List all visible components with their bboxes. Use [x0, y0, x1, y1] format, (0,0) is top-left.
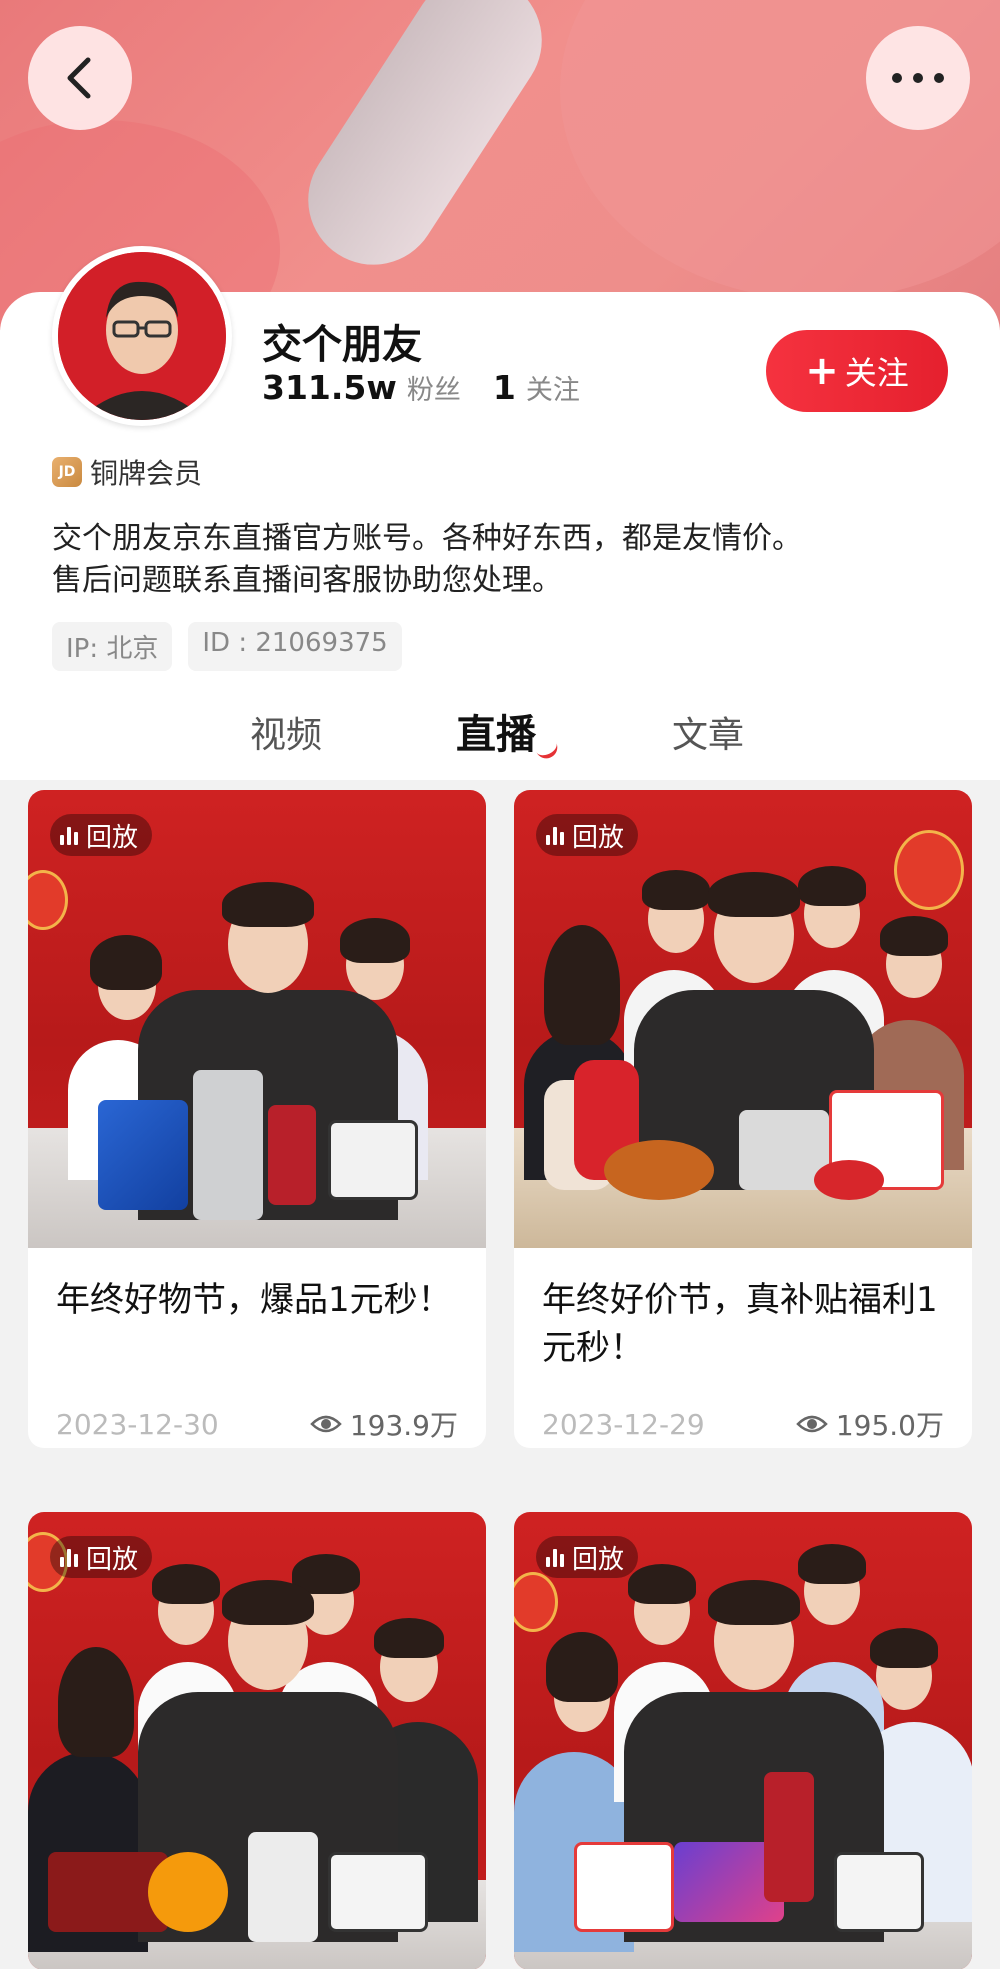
tab-video[interactable]: 视频	[250, 706, 322, 758]
eye-icon	[310, 1415, 342, 1433]
avatar[interactable]	[52, 246, 232, 426]
replay-badge-label: 回放	[572, 822, 625, 853]
card-meta: 2023-12-29 195.0万	[514, 1388, 972, 1448]
product-image	[764, 1772, 814, 1902]
person-figure	[544, 925, 620, 1045]
more-dots-icon	[892, 73, 944, 83]
card-views-count: 195.0万	[835, 1409, 944, 1442]
product-image	[98, 1100, 188, 1210]
card-date: 2023-12-29	[542, 1407, 705, 1441]
product-image	[148, 1852, 228, 1932]
card-thumbnail: 回放	[28, 1512, 486, 1969]
person-figure	[798, 866, 866, 906]
member-badge-label: 铜牌会员	[90, 457, 203, 490]
person-figure	[870, 1628, 938, 1668]
live-card[interactable]: 回放 年终好价节，真补贴福利1元秒！ 2023-12-29 195.0万	[514, 790, 972, 1448]
bars-icon	[60, 1547, 78, 1567]
follow-button[interactable]: + 关注	[766, 330, 948, 412]
live-card[interactable]: 回放	[28, 1512, 486, 1969]
person-figure	[628, 1564, 696, 1604]
member-badge[interactable]: JD 铜牌会员	[52, 452, 202, 492]
product-image	[574, 1842, 674, 1932]
product-image	[328, 1852, 428, 1932]
live-card[interactable]: 回放 年终好物节，爆品1元秒！ 2023-12-30 193.9万	[28, 790, 486, 1448]
replay-badge: 回放	[536, 814, 639, 856]
person-figure	[152, 1564, 220, 1604]
bars-icon	[546, 1547, 564, 1567]
person-figure	[708, 1580, 800, 1625]
following-label[interactable]: 关注	[526, 368, 580, 407]
card-thumbnail: 回放	[514, 1512, 972, 1969]
profile-name: 交个朋友	[262, 322, 422, 368]
product-image	[814, 1160, 884, 1200]
ip-tag: IP: 北京	[52, 622, 173, 671]
tab-live[interactable]: 直播	[456, 702, 536, 760]
card-views-count: 193.9万	[349, 1409, 458, 1442]
replay-badge-label: 回放	[572, 1544, 625, 1575]
card-title: 年终好价节，真补贴福利1元秒！	[542, 1280, 938, 1368]
product-image	[834, 1852, 924, 1932]
eye-icon	[796, 1415, 828, 1433]
person-figure	[374, 1618, 444, 1658]
replay-badge: 回放	[50, 1536, 153, 1578]
profile-bio: 交个朋友京东直播官方账号。各种好东西，都是友情价。 售后问题联系直播间客服协助您…	[52, 518, 952, 602]
more-button[interactable]	[866, 26, 970, 130]
card-thumbnail: 回放	[514, 790, 972, 1248]
person-figure	[222, 1580, 314, 1625]
lantern-decoration	[28, 870, 68, 930]
card-meta: 2023-12-30 193.9万	[28, 1388, 486, 1448]
card-title: 年终好物节，爆品1元秒！	[56, 1280, 452, 1320]
profile-tags: IP: 北京 ID : 21069375	[52, 622, 402, 671]
product-image	[604, 1140, 714, 1200]
replay-badge: 回放	[536, 1536, 639, 1578]
fans-label[interactable]: 粉丝	[407, 368, 461, 407]
product-image	[193, 1070, 263, 1220]
person-figure	[642, 870, 710, 910]
person-figure	[340, 918, 410, 963]
person-figure	[880, 916, 948, 956]
bars-icon	[546, 825, 564, 845]
bars-icon	[60, 825, 78, 845]
live-card[interactable]: 回放	[514, 1512, 972, 1969]
person-figure	[708, 872, 800, 917]
lantern-decoration	[894, 830, 964, 910]
card-thumbnail: 回放	[28, 790, 486, 1248]
person-figure	[90, 935, 162, 990]
content-tabs: 视频 直播 文章	[0, 700, 1000, 784]
tab-article[interactable]: 文章	[672, 706, 744, 758]
bio-line: 交个朋友京东直播官方账号。各种好东西，都是友情价。	[52, 521, 802, 556]
replay-badge-label: 回放	[86, 1544, 139, 1575]
person-figure	[58, 1647, 134, 1757]
product-image	[248, 1832, 318, 1942]
id-tag[interactable]: ID : 21069375	[188, 622, 402, 671]
person-figure	[798, 1544, 866, 1584]
person-figure	[546, 1632, 618, 1702]
following-count[interactable]: 1	[493, 368, 516, 407]
chevron-left-icon	[67, 57, 91, 99]
card-views: 193.9万	[310, 1404, 458, 1444]
card-date: 2023-12-30	[56, 1407, 219, 1441]
avatar-image	[58, 252, 226, 420]
banner-decoration	[283, 0, 567, 290]
fans-count[interactable]: 311.5w	[262, 368, 397, 407]
jd-member-icon: JD	[52, 457, 82, 487]
plus-icon: +	[805, 348, 839, 394]
product-image	[268, 1105, 316, 1205]
replay-badge-label: 回放	[86, 822, 139, 853]
card-views: 195.0万	[796, 1404, 944, 1444]
bio-line: 售后问题联系直播间客服协助您处理。	[52, 563, 562, 598]
replay-badge: 回放	[50, 814, 153, 856]
product-image	[328, 1120, 418, 1200]
lantern-decoration	[514, 1572, 558, 1632]
back-button[interactable]	[28, 26, 132, 130]
profile-stats: 311.5w 粉丝 1 关注	[262, 368, 602, 407]
person-figure	[222, 882, 314, 927]
follow-button-label: 关注	[844, 354, 909, 392]
